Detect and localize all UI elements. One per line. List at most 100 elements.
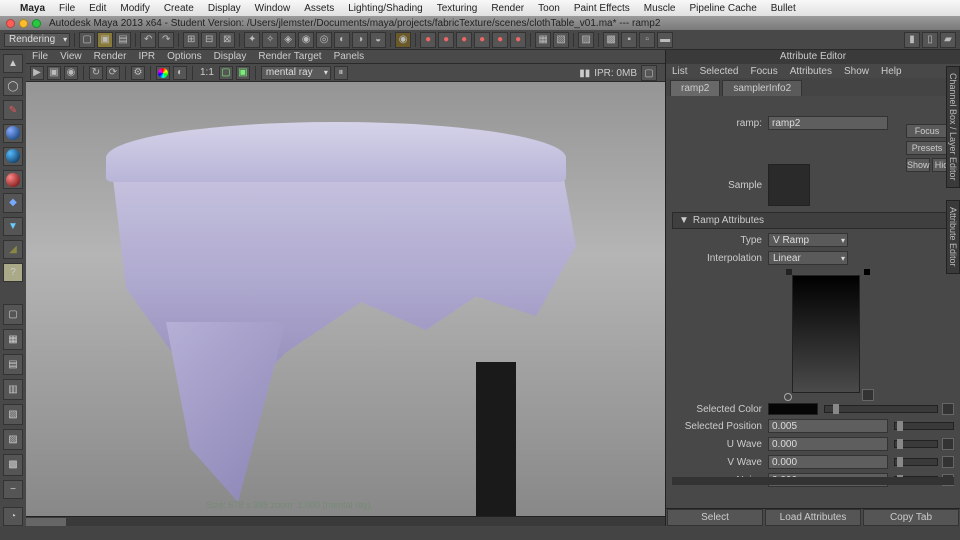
attr-menu-show[interactable]: Show [844,66,869,77]
light1-icon[interactable]: ● [420,32,436,48]
lasso-tool-icon[interactable]: ◯ [3,77,23,96]
panel-menu-panels[interactable]: Panels [334,51,365,62]
uwave-map-icon[interactable] [942,438,954,450]
scale-tool-icon[interactable] [3,170,23,189]
render-viewport[interactable]: Size: 678 x 398 zoom: 1.000 (mental ray) [26,82,665,516]
ipr-refresh-icon[interactable]: ⟳ [106,66,120,80]
channelbox-tab[interactable]: Channel Box / Layer Editor [946,66,960,188]
rotate-tool-icon[interactable] [3,147,23,166]
redo-icon[interactable]: ↷ [158,32,174,48]
panel-menu-rendertarget[interactable]: Render Target [258,51,321,62]
snap-tool8-icon[interactable]: ◒ [370,32,386,48]
uwave-field[interactable] [768,437,888,451]
snap-tool7-icon[interactable]: ◑ [352,32,368,48]
move-tool-icon[interactable] [3,124,23,143]
menu-display[interactable]: Display [208,3,241,14]
presets-button[interactable]: Presets [906,141,948,155]
snap-tool6-icon[interactable]: ◐ [334,32,350,48]
light4-icon[interactable]: ● [474,32,490,48]
menu-edit[interactable]: Edit [89,3,106,14]
save-scene-icon[interactable]: ▤ [115,32,131,48]
attr-menu-attributes[interactable]: Attributes [790,66,832,77]
select-tool-icon[interactable]: ▲ [3,54,23,73]
ipr-pause-icon[interactable]: ▮▮ [579,68,590,79]
timeslider-icon[interactable]: ◔ [3,507,23,526]
open-scene-icon[interactable]: ▣ [97,32,113,48]
panel-menu-ipr[interactable]: IPR [138,51,155,62]
attr-hscrollbar[interactable] [672,477,954,485]
snap-tool-icon[interactable]: ✦ [244,32,260,48]
snap-tool3-icon[interactable]: ◈ [280,32,296,48]
ramp-gradient-widget[interactable] [762,269,960,399]
paint-tool-icon[interactable]: ✎ [3,100,23,119]
hyper2-icon[interactable]: ▩ [603,32,619,48]
menu-muscle[interactable]: Muscle [644,3,676,14]
renderer-dropdown[interactable]: mental ray [261,66,331,80]
menu-create[interactable]: Create [164,3,194,14]
hyper4-icon[interactable]: ▫ [639,32,655,48]
snap-curve-icon[interactable]: ⊟ [201,32,217,48]
attr-menu-focus[interactable]: Focus [750,66,777,77]
hyper1-icon[interactable]: ▨ [578,32,594,48]
interpolation-dropdown[interactable]: Linear [768,251,848,265]
keep-image-icon[interactable]: ▢ [219,66,233,80]
panel-menu-render[interactable]: Render [94,51,127,62]
ramp-delete-handle-icon[interactable] [862,389,874,401]
render-icon[interactable]: ◉ [395,32,411,48]
uwave-slider[interactable] [894,440,938,448]
rgb-icon[interactable] [156,66,170,80]
ipr-start-icon[interactable]: ↻ [89,66,103,80]
panel-menu-file[interactable]: File [32,51,48,62]
attribute-editor-tab[interactable]: Attribute Editor [946,200,960,274]
menu-assets[interactable]: Assets [304,3,334,14]
light3-icon[interactable]: ● [456,32,472,48]
hyper5-icon[interactable]: ▬ [657,32,673,48]
layout-e-icon[interactable]: ▩ [3,454,23,475]
ramp-attributes-section[interactable]: ▼ Ramp Attributes [672,212,954,229]
snap-tool4-icon[interactable]: ◉ [298,32,314,48]
layout-single-icon[interactable]: ▢ [3,304,23,325]
manip-tool-icon[interactable]: ◆ [3,193,23,212]
attr-menu-selected[interactable]: Selected [700,66,739,77]
layout-c-icon[interactable]: ▧ [3,404,23,425]
sample-swatch[interactable] [768,164,810,206]
layout2-icon[interactable]: ▧ [553,32,569,48]
selected-position-slider[interactable] [894,422,954,430]
render-frame-icon[interactable]: ▶ [30,66,44,80]
viewport-scrollbar[interactable] [26,516,665,526]
layout-b-icon[interactable]: ▥ [3,379,23,400]
menu-bullet[interactable]: Bullet [771,3,796,14]
menuset-dropdown[interactable]: Rendering [4,33,70,47]
menu-file[interactable]: File [59,3,75,14]
select-button[interactable]: Select [667,509,763,526]
menu-texturing[interactable]: Texturing [437,3,478,14]
render-settings-icon[interactable]: ⚙ [131,66,145,80]
snap-point-icon[interactable]: ⊠ [219,32,235,48]
light6-icon[interactable]: ● [510,32,526,48]
ipr-close-icon[interactable]: ▢ [641,65,657,81]
soft-tool-icon[interactable]: ▼ [3,217,23,236]
show-button[interactable]: Show [906,158,930,172]
snap-tool5-icon[interactable]: ◎ [316,32,332,48]
hyper3-icon[interactable]: ▪ [621,32,637,48]
menu-modify[interactable]: Modify [120,3,149,14]
panel-menu-display[interactable]: Display [214,51,247,62]
remove-image-icon[interactable]: ▣ [236,66,250,80]
attr-menu-list[interactable]: List [672,66,688,77]
help-tool-icon[interactable]: ? [3,263,23,282]
sidebar-toggle1-icon[interactable]: ▮ [904,32,920,48]
pause-ipr-icon[interactable]: ⏸ [334,66,348,80]
alpha-icon[interactable]: ◐ [173,66,187,80]
selected-color-slider[interactable] [824,405,938,413]
sidebar-toggle3-icon[interactable]: ▰ [940,32,956,48]
tab-samplerinfo2[interactable]: samplerInfo2 [722,80,802,96]
snapshot-icon[interactable]: ◉ [64,66,78,80]
copy-tab-button[interactable]: Copy Tab [863,509,959,526]
selected-color-swatch[interactable] [768,403,818,415]
layout1-icon[interactable]: ▦ [535,32,551,48]
panel-menu-view[interactable]: View [60,51,82,62]
ramp-selected-indicator-icon[interactable] [784,393,792,401]
vwave-slider[interactable] [894,458,938,466]
panel-menu-options[interactable]: Options [167,51,201,62]
last-tool-icon[interactable]: ◢ [3,240,23,259]
